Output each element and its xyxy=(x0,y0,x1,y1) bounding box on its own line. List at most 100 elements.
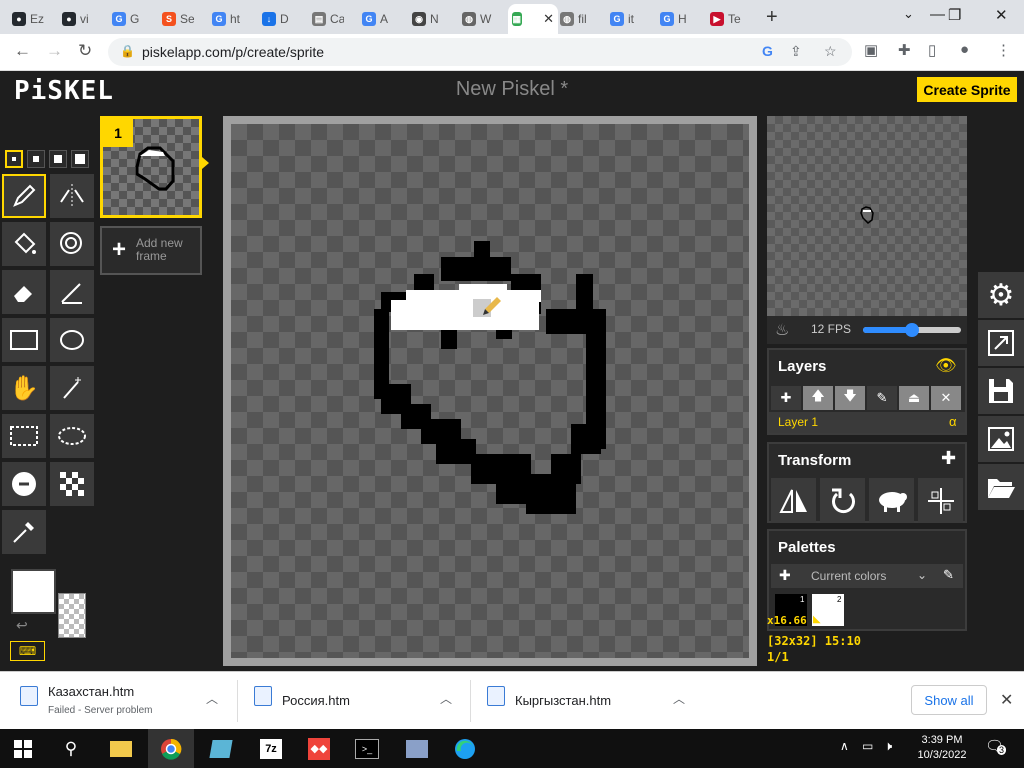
browser-tab[interactable]: Ght xyxy=(208,4,256,34)
fps-slider[interactable] xyxy=(863,323,961,337)
pen-size-1[interactable] xyxy=(5,150,23,168)
anydesk-taskbar[interactable]: ◆◆ xyxy=(296,729,342,768)
close-window-button[interactable]: ✕ xyxy=(995,6,1008,24)
eraser-tool[interactable] xyxy=(2,270,46,314)
add-layer-button[interactable]: ✚ xyxy=(771,386,801,410)
browser-tab[interactable]: ● Ez xyxy=(8,4,56,34)
edit-layer-button[interactable]: ✎ xyxy=(867,386,897,410)
browser-tab[interactable]: S Se xyxy=(158,4,206,34)
layer-alpha-icon[interactable]: α xyxy=(949,414,957,429)
paint-same-color-tool[interactable] xyxy=(50,222,94,266)
close-tab-icon[interactable]: ✕ xyxy=(543,11,554,27)
file-explorer-taskbar[interactable] xyxy=(98,729,144,768)
browser-tab[interactable]: GG xyxy=(108,4,156,34)
pen-size-4[interactable] xyxy=(71,150,89,168)
profile-avatar[interactable]: ● xyxy=(960,41,969,58)
extensions-puzzle-icon[interactable]: ✚ xyxy=(898,41,911,59)
shape-selection-tool[interactable] xyxy=(50,366,94,410)
circle-tool[interactable] xyxy=(50,318,94,362)
terminal-taskbar[interactable]: >_ xyxy=(344,729,390,768)
remote-desktop-taskbar[interactable] xyxy=(394,729,440,768)
merge-layer-button[interactable]: ⏏ xyxy=(899,386,929,410)
search-button[interactable]: ⚲ xyxy=(48,729,94,768)
rectangle-selection-tool[interactable] xyxy=(2,414,46,458)
palette-color-2[interactable]: 2 ◣ xyxy=(812,594,844,626)
google-translate-icon[interactable]: G xyxy=(762,43,773,59)
maximize-button[interactable]: ❐ xyxy=(948,6,961,24)
close-downloads-icon[interactable]: ✕ xyxy=(1000,690,1013,710)
reload-button[interactable]: ↻ xyxy=(78,41,92,61)
secondary-color-swatch[interactable] xyxy=(58,593,86,638)
pen-size-3[interactable] xyxy=(49,150,67,168)
menu-dots-icon[interactable]: ⋮ xyxy=(996,41,1011,59)
network-icon[interactable]: ▭ xyxy=(862,739,873,753)
browser-tab[interactable]: GH xyxy=(656,4,704,34)
save-button[interactable] xyxy=(978,368,1024,414)
7zip-taskbar[interactable]: 7z xyxy=(248,729,294,768)
minimize-button[interactable]: — xyxy=(930,6,945,23)
forward-button[interactable]: → xyxy=(46,41,63,61)
browser-tab[interactable]: ● vi xyxy=(58,4,106,34)
settings-button[interactable]: ⚙ xyxy=(978,272,1024,318)
chevron-up-icon[interactable]: ︿ xyxy=(440,690,452,707)
frame-thumbnail[interactable]: 1 xyxy=(100,116,202,218)
resize-button[interactable] xyxy=(978,320,1024,366)
add-frame-button[interactable]: + Add new frame xyxy=(100,226,202,275)
stroke-tool[interactable] xyxy=(50,270,94,314)
chevron-up-icon[interactable]: ︿ xyxy=(206,690,218,707)
delete-layer-button[interactable]: ✕ xyxy=(931,386,961,410)
side-panel-icon[interactable]: ▯ xyxy=(928,41,936,59)
plus-icon[interactable]: ✚ xyxy=(941,448,956,469)
animation-preview[interactable] xyxy=(767,116,967,316)
keyboard-shortcuts-icon[interactable]: ⌨ xyxy=(10,641,45,661)
chevron-down-icon[interactable]: ⌄ xyxy=(917,568,927,582)
center-button[interactable] xyxy=(918,478,963,523)
vertical-mirror-pen-tool[interactable] xyxy=(50,174,94,218)
clone-button[interactable] xyxy=(869,478,914,523)
browser-tab[interactable]: ◍ W xyxy=(458,4,506,34)
add-palette-icon[interactable]: ✚ xyxy=(779,567,791,584)
bookmark-star-icon[interactable]: ☆ xyxy=(824,43,837,60)
pen-size-2[interactable] xyxy=(27,150,45,168)
paint-bucket-tool[interactable] xyxy=(2,222,46,266)
show-all-downloads-button[interactable]: Show all xyxy=(911,685,987,715)
browser-tab[interactable]: Git xyxy=(606,4,654,34)
browser-tab[interactable]: ▤ Ca xyxy=(308,4,356,34)
pen-tool[interactable] xyxy=(2,174,46,218)
rotate-button[interactable] xyxy=(820,478,865,523)
swap-colors-icon[interactable]: ↩ xyxy=(16,617,28,634)
browser-tab[interactable]: ▦ ✕ xyxy=(508,4,558,34)
browser-tab[interactable]: ▶ Te xyxy=(706,4,754,34)
download-item[interactable]: Россия.htm ︿ xyxy=(254,672,464,730)
move-tool[interactable]: ✋ xyxy=(2,366,46,410)
color-picker-tool[interactable] xyxy=(2,510,46,554)
browser-tab[interactable]: ◍ fil xyxy=(556,4,604,34)
palette-select[interactable]: Current colors xyxy=(811,569,886,583)
edit-palette-icon[interactable]: ✎ xyxy=(943,567,954,583)
chrome-taskbar[interactable] xyxy=(148,729,194,768)
move-layer-down-button[interactable]: 🡇 xyxy=(835,386,865,410)
browser-tab[interactable]: GA xyxy=(358,4,406,34)
dithering-tool[interactable] xyxy=(50,462,94,506)
export-button[interactable] xyxy=(978,416,1024,462)
browser-tab[interactable]: ◉ N xyxy=(408,4,456,34)
show-hidden-icons[interactable]: ∧ xyxy=(840,739,849,753)
app-taskbar[interactable] xyxy=(198,729,244,768)
download-item[interactable]: Казахстан.htm Failed - Server problem ︿ xyxy=(20,672,230,730)
flip-button[interactable] xyxy=(771,478,816,523)
chevron-up-icon[interactable]: ︿ xyxy=(673,690,685,707)
import-button[interactable] xyxy=(978,464,1024,510)
eye-icon[interactable]: 👁 xyxy=(935,356,957,376)
fps-slider-handle[interactable] xyxy=(905,323,919,337)
lasso-selection-tool[interactable] xyxy=(50,414,94,458)
new-tab-button[interactable]: + xyxy=(766,6,778,29)
volume-icon[interactable]: 🕨 xyxy=(884,738,892,754)
create-sprite-button[interactable]: Create Sprite xyxy=(917,77,1017,102)
primary-color-swatch[interactable] xyxy=(11,569,56,614)
share-icon[interactable]: ⇪ xyxy=(790,43,802,60)
url-text[interactable]: piskelapp.com/p/create/sprite xyxy=(142,44,324,60)
extension-icon[interactable]: ▣ xyxy=(864,41,878,59)
browser-tab[interactable]: ↓ D xyxy=(258,4,306,34)
onion-skin-icon[interactable]: ♨ xyxy=(775,320,789,340)
address-bar[interactable]: 🔒 piskelapp.com/p/create/sprite G ⇪ ☆ xyxy=(108,38,852,66)
